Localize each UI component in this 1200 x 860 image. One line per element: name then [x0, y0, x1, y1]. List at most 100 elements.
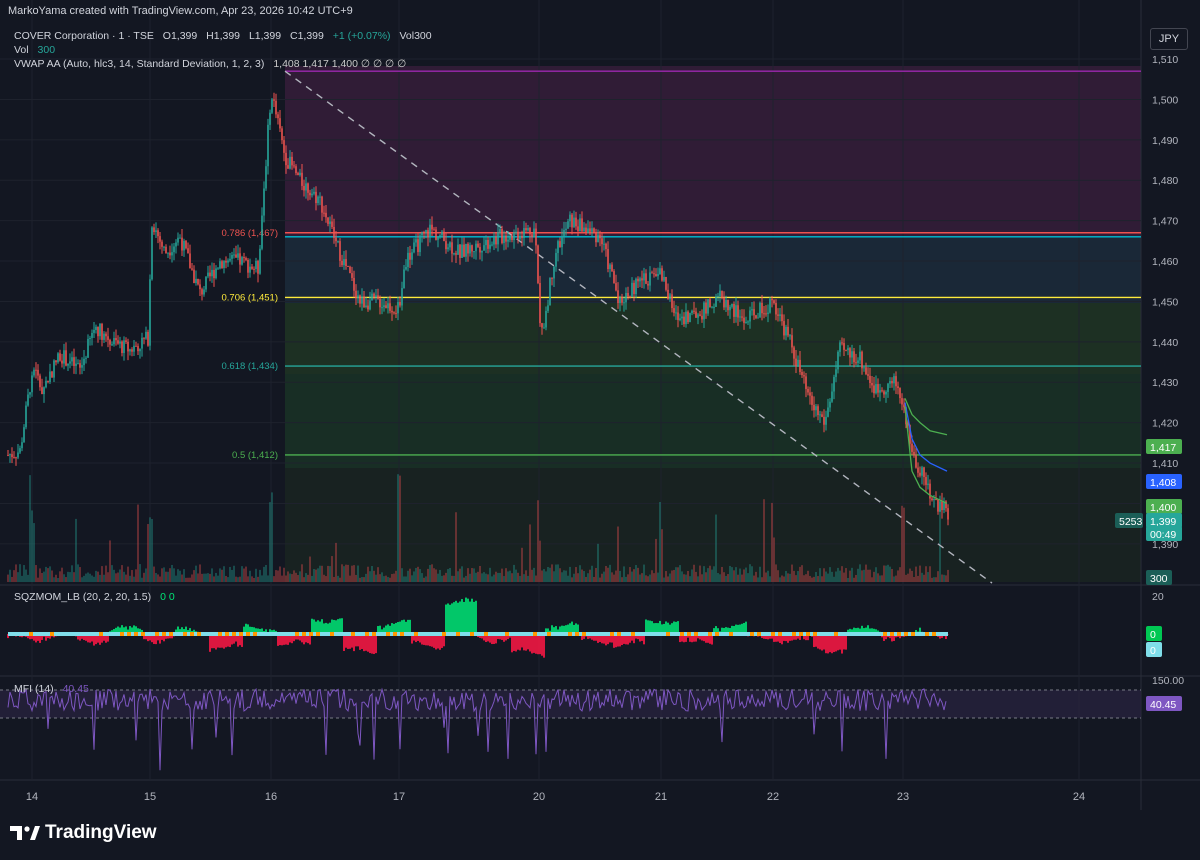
volume-legend[interactable]: Vol 300 [14, 44, 55, 56]
candle-body [109, 339, 111, 345]
candle-body [269, 112, 271, 125]
volume-bar [857, 568, 859, 582]
mfi-legend[interactable]: MFI (14) 40.45 [14, 683, 89, 695]
candle-body [283, 140, 285, 153]
squeeze-dot [729, 632, 733, 636]
candle-body [59, 353, 61, 361]
candle-body [181, 237, 183, 251]
squeeze-histogram-bar [525, 634, 527, 651]
volume-bar [527, 575, 529, 582]
candle-body [465, 243, 467, 257]
volume-bar [721, 566, 723, 582]
symbol-name[interactable]: COVER Corporation · 1 · TSE [14, 30, 154, 42]
candle-body [263, 188, 265, 216]
squeeze-dot [330, 632, 334, 636]
volume-bar [531, 569, 533, 582]
candle-body [865, 367, 867, 375]
candle-body [27, 394, 29, 406]
candle-body [895, 376, 897, 387]
candle-body [837, 351, 839, 370]
squeeze-dot [813, 632, 817, 636]
candle-body [499, 228, 501, 233]
sqz-legend[interactable]: SQZMOM_LB (20, 2, 20, 1.5) 0 0 [14, 591, 175, 603]
volume-bar [763, 499, 765, 582]
volume-bar [743, 569, 745, 582]
volume-bar [259, 569, 261, 582]
candle-body [209, 272, 211, 277]
candle-body [285, 152, 287, 166]
squeeze-dot [253, 632, 257, 636]
volume-bar [49, 566, 51, 582]
volume-bar [617, 526, 619, 582]
candle-body [399, 302, 401, 306]
volume-bar [821, 576, 823, 582]
squeeze-dot [302, 632, 306, 636]
volume-bar [733, 570, 735, 582]
mfi-value: 40.45 [62, 683, 89, 695]
squeeze-histogram-bar [369, 634, 371, 654]
volume-bar [945, 575, 947, 582]
volume-bar [931, 577, 933, 582]
squeeze-dot [386, 632, 390, 636]
candle-body [797, 359, 799, 367]
volume-bar [257, 576, 259, 582]
candle-body [623, 302, 625, 304]
symbol-legend[interactable]: COVER Corporation · 1 · TSE O1,399 H1,39… [14, 30, 432, 42]
volume-bar [485, 573, 487, 582]
candle-body [587, 228, 589, 234]
candle-body [297, 173, 299, 176]
candle-body [23, 427, 25, 443]
volume-bar [27, 574, 29, 582]
candle-body [731, 304, 733, 307]
candle-body [555, 253, 557, 267]
candle-body [277, 114, 279, 119]
candle-body [377, 295, 379, 299]
candle-body [737, 305, 739, 318]
candle-body [779, 314, 781, 316]
candle-body [317, 196, 319, 204]
volume-bar [249, 570, 251, 582]
squeeze-histogram-bar [517, 634, 519, 650]
candle-body [343, 259, 345, 266]
volume-bar [641, 573, 643, 582]
candle-body [107, 336, 109, 340]
currency-button[interactable]: JPY [1150, 28, 1188, 50]
volume-bar [807, 570, 809, 582]
volume-bar [451, 575, 453, 582]
volume-bar [181, 574, 183, 582]
candle-body [335, 237, 337, 242]
volume-bar [477, 571, 479, 582]
candle-body [681, 316, 683, 319]
candle-body [595, 232, 597, 243]
candle-body [875, 384, 877, 394]
volume-bar [203, 573, 205, 582]
candle-body [411, 252, 413, 260]
volume-bar [645, 575, 647, 582]
squeeze-dot [295, 632, 299, 636]
close-value: C1,399 [289, 30, 324, 42]
candle-body [833, 376, 835, 392]
candle-body [891, 381, 893, 384]
candle-body [349, 266, 351, 274]
candle-body [559, 241, 561, 248]
candle-body [117, 340, 119, 344]
candle-body [121, 341, 123, 354]
chart-canvas[interactable]: 0.786 (1,467) 0.706 (1,451) 0.618 (1,434) 0… [0, 0, 1200, 860]
candle-body [515, 231, 517, 233]
squeeze-histogram-bar [375, 634, 377, 654]
volume-bar [689, 576, 691, 582]
candle-body [739, 316, 741, 318]
candle-body [793, 347, 795, 359]
volume-bar [887, 564, 889, 582]
candle-body [653, 273, 655, 275]
volume-bar [561, 572, 563, 582]
volume-bar [549, 567, 551, 582]
volume-bar [601, 573, 603, 582]
candle-body [501, 228, 503, 244]
volume-bar [567, 575, 569, 582]
volume-bar [99, 574, 101, 582]
time-tick-label: 22 [767, 791, 779, 803]
volume-bar [191, 574, 193, 582]
vwap-legend[interactable]: VWAP AA (Auto, hlc3, 14, Standard Deviat… [14, 58, 406, 70]
volume-bar [643, 564, 645, 582]
